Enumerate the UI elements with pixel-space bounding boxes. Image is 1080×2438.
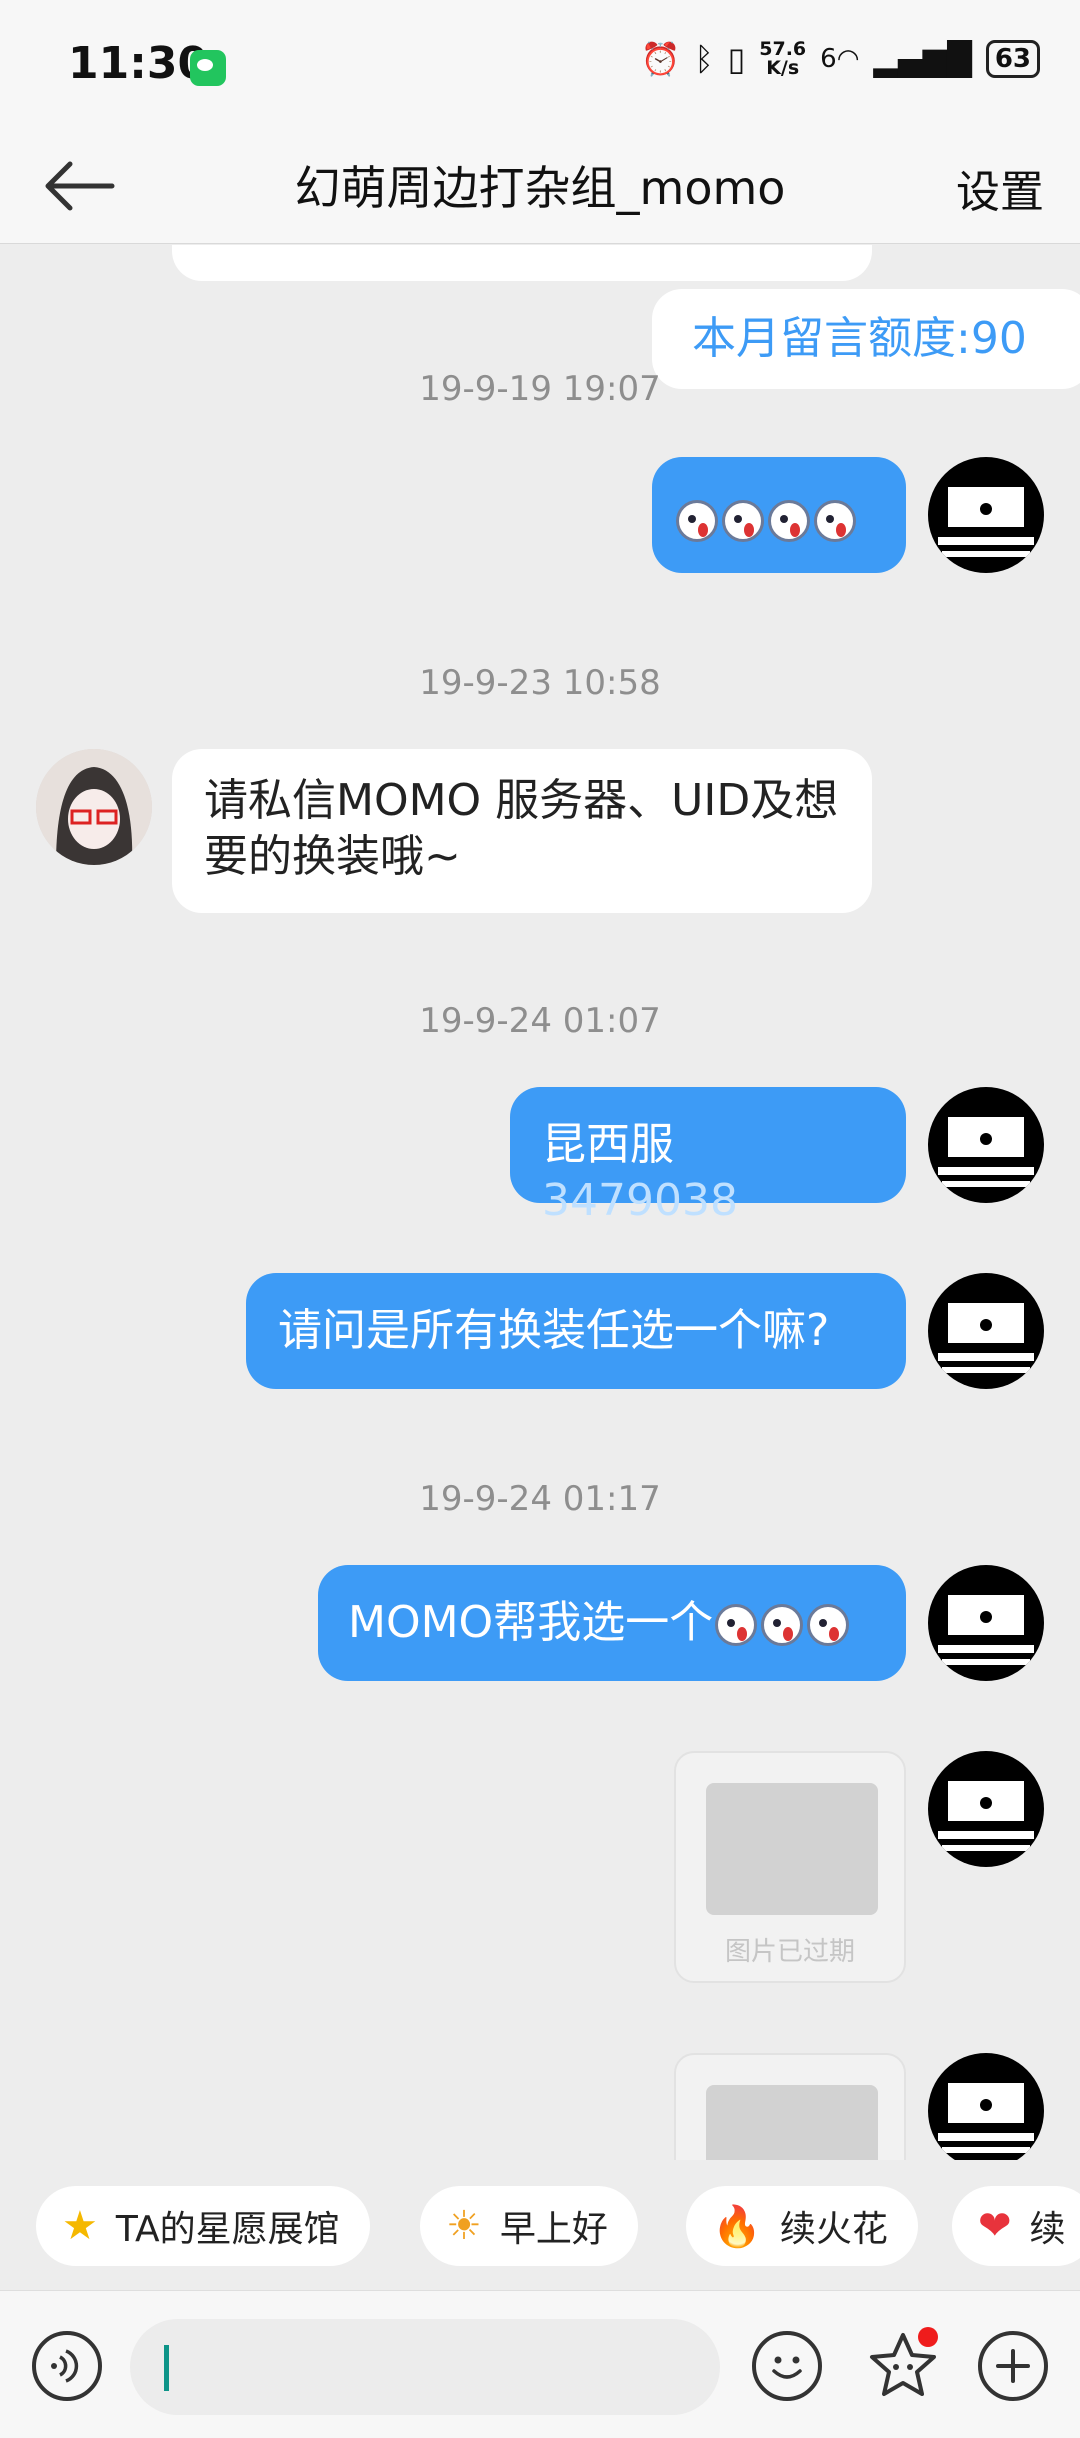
message-bubble-partial [172,245,872,281]
image-placeholder-icon [706,1783,878,1915]
voice-input-icon[interactable] [32,2331,102,2401]
title-bar: 幻萌周边打杂组_momo 设置 [0,130,1080,244]
timestamp: 19-9-19 19:07 [419,369,661,409]
expired-image[interactable]: 图片已过期 [674,1751,906,1983]
message-bubble-outgoing[interactable] [652,457,906,573]
text-caret [164,2345,169,2391]
vibrate-icon: ▯ [727,40,746,78]
chip-star-gallery[interactable]: ★ TA的星愿展馆 [36,2186,370,2266]
contact-avatar[interactable] [36,749,152,865]
wifi-icon: 6◠ [820,44,860,74]
message-bubble-outgoing[interactable]: 请问是所有换装任选一个嘛? [246,1273,906,1389]
my-avatar[interactable] [928,1565,1044,1681]
timestamp: 19-9-23 10:58 [419,663,661,703]
battery-indicator: 63 [985,40,1040,78]
expired-image[interactable] [674,2053,906,2160]
timestamp: 19-9-24 01:17 [419,1479,661,1519]
cellular-signal-icon: ▂▄▆█ [873,40,972,78]
chat-area[interactable]: 本月留言额度:90 19-9-19 19:07 19-9-23 10:58 请私… [0,245,1080,2160]
message-bubble-outgoing[interactable]: 昆西服 3479038 [510,1087,906,1226]
message-input[interactable] [130,2319,720,2415]
settings-button[interactable]: 设置 [956,156,1044,220]
fire-icon: 🔥 [712,2203,762,2250]
input-bar [0,2290,1080,2438]
heart-icon: ❤ [978,2203,1012,2249]
uid-link[interactable]: 3479038 [542,1175,738,1226]
wechat-notification-icon [190,50,226,86]
emoji-picker-icon[interactable] [752,2331,822,2401]
emoji-icon [676,500,718,542]
image-placeholder-icon [706,2085,878,2160]
emoji-icon [807,1604,850,1646]
my-avatar[interactable] [928,2053,1044,2160]
bluetooth-icon: ᛒ [694,40,714,78]
notification-dot [918,2327,938,2347]
my-avatar[interactable] [928,1273,1044,1389]
net-speed: 57.6 K/s [759,38,807,79]
chip-continue-spark[interactable]: 🔥 续火花 [686,2186,918,2266]
status-bar: 11:30 ⏰ ᛒ ▯ 57.6 K/s 6◠ ▂▄▆█ 63 [0,0,1080,130]
message-bubble-outgoing[interactable]: MOMO帮我选一个 [318,1565,906,1681]
alarm-icon: ⏰ [640,40,681,78]
emoji-icon [768,500,810,542]
timestamp: 19-9-24 01:07 [419,1001,661,1041]
sun-emoji-icon: ☀ [446,2203,482,2249]
my-avatar[interactable] [928,1751,1044,1867]
quick-action-chips: ★ TA的星愿展馆 ☀ 早上好 🔥 续火花 ❤ 续 [0,2160,1080,2290]
status-time: 11:30 [68,38,209,89]
star-icon: ★ [62,2203,98,2249]
status-icons: ⏰ ᛒ ▯ 57.6 K/s 6◠ ▂▄▆█ 63 [641,40,1040,78]
chip-continue[interactable]: ❤ 续 [952,2186,1080,2266]
my-avatar[interactable] [928,457,1044,573]
emoji-icon [722,500,764,542]
emoji-icon [761,1604,804,1646]
chip-good-morning[interactable]: ☀ 早上好 [420,2186,638,2266]
emoji-icon [715,1604,758,1646]
add-more-icon[interactable] [978,2331,1048,2401]
message-bubble-incoming[interactable]: 请私信MOMO 服务器、UID及想要的换装哦~ [172,749,872,913]
sticker-star-icon[interactable] [864,2327,942,2405]
my-avatar[interactable] [928,1087,1044,1203]
emoji-icon [814,500,856,542]
chat-title: 幻萌周边打杂组_momo [294,161,786,215]
